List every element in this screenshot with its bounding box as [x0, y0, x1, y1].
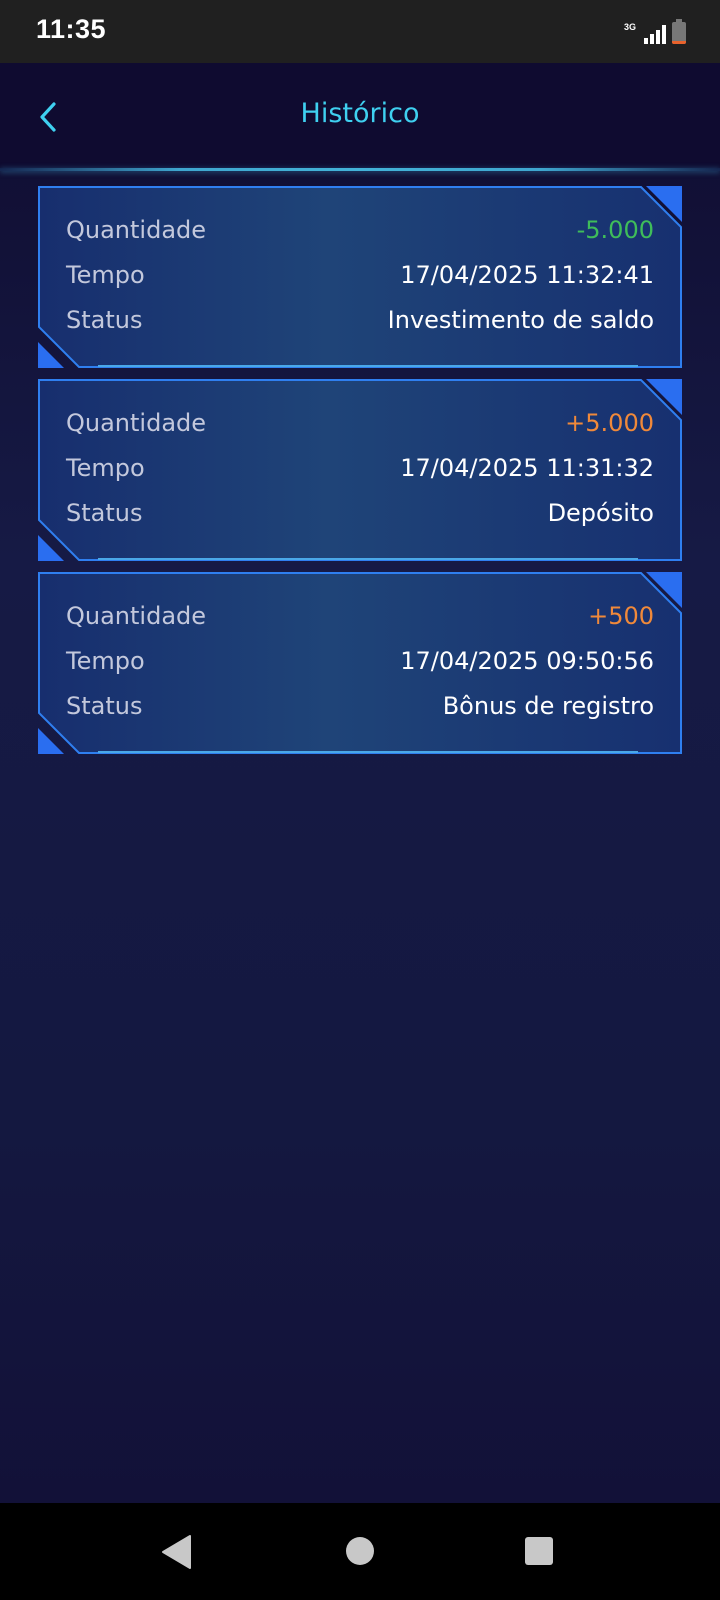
history-card: Quantidade +5.000 Tempo 17/04/2025 11:31…	[38, 379, 682, 561]
time-row: Tempo 17/04/2025 11:31:32	[66, 448, 654, 488]
network-type-label: 3G	[624, 22, 637, 32]
time-label: Tempo	[66, 647, 145, 675]
status-label: Status	[66, 306, 143, 334]
nav-back-button[interactable]	[160, 1534, 194, 1574]
system-nav-bar	[0, 1503, 720, 1600]
amount-label: Quantidade	[66, 216, 207, 244]
history-card: Quantidade +500 Tempo 17/04/2025 09:50:5…	[38, 572, 682, 754]
back-triangle-icon	[162, 1535, 191, 1569]
signal-icon	[644, 24, 666, 44]
nav-recents-button[interactable]	[524, 1536, 554, 1570]
status-value: Bônus de registro	[442, 692, 654, 720]
time-label: Tempo	[66, 454, 145, 482]
amount-label: Quantidade	[66, 409, 207, 437]
status-bar: 11:35 3G	[0, 0, 720, 63]
time-value: 17/04/2025 09:50:56	[400, 647, 654, 675]
status-label: Status	[66, 499, 143, 527]
battery-icon	[672, 19, 686, 44]
status-value: Depósito	[547, 499, 654, 527]
recents-square-icon	[525, 1537, 553, 1565]
status-value: Investimento de saldo	[387, 306, 654, 334]
status-row: Status Bônus de registro	[66, 686, 654, 726]
amount-row: Quantidade -5.000	[66, 210, 654, 250]
amount-value: +5.000	[565, 409, 654, 437]
time-value: 17/04/2025 11:32:41	[400, 261, 654, 289]
nav-home-button[interactable]	[345, 1536, 375, 1570]
home-circle-icon	[346, 1537, 374, 1565]
amount-label: Quantidade	[66, 602, 207, 630]
header-divider	[0, 168, 720, 171]
status-row: Status Depósito	[66, 493, 654, 533]
amount-row: Quantidade +500	[66, 596, 654, 636]
status-icons: 3G	[624, 19, 686, 44]
history-card: Quantidade -5.000 Tempo 17/04/2025 11:32…	[38, 186, 682, 368]
time-row: Tempo 17/04/2025 09:50:56	[66, 641, 654, 681]
status-clock: 11:35	[36, 14, 107, 44]
time-row: Tempo 17/04/2025 11:32:41	[66, 255, 654, 295]
time-label: Tempo	[66, 261, 145, 289]
status-row: Status Investimento de saldo	[66, 300, 654, 340]
amount-value: +500	[588, 602, 654, 630]
amount-value: -5.000	[576, 216, 654, 244]
amount-row: Quantidade +5.000	[66, 403, 654, 443]
time-value: 17/04/2025 11:31:32	[400, 454, 654, 482]
status-label: Status	[66, 692, 143, 720]
network-type-icon: 3G	[624, 22, 638, 44]
page-title: Histórico	[300, 98, 420, 129]
